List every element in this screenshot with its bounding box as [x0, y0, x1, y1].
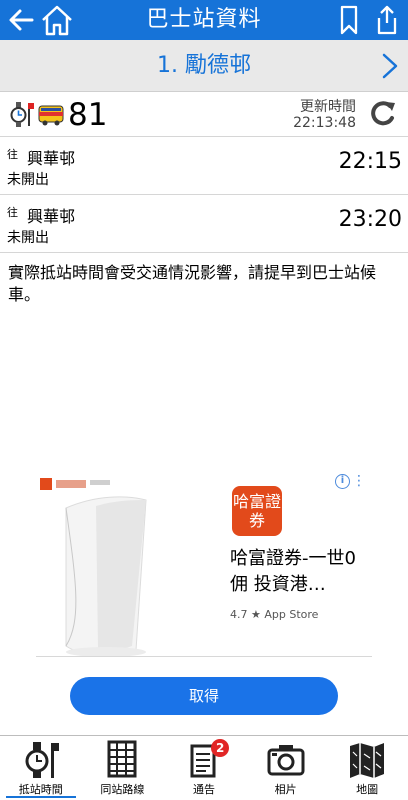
tab-bar: 抵站時間 同站路線 2 通告 相片 地圖: [0, 735, 408, 800]
ad-logo[interactable]: 哈富證券: [232, 486, 282, 536]
tab-arrival-time[interactable]: 抵站時間: [0, 736, 82, 800]
to-label: 往: [7, 148, 18, 161]
top-bar: 巴士站資料: [0, 0, 408, 40]
map-icon: [350, 743, 385, 778]
tab-label: 抵站時間: [18, 783, 63, 796]
eta-time: 23:20: [338, 207, 402, 232]
divider: [36, 656, 372, 657]
update-time-label: 更新時間: [300, 99, 356, 115]
rating-value: 4.7: [230, 608, 248, 621]
bus-icon: [38, 105, 64, 126]
more-vert-icon[interactable]: ⋮: [352, 474, 366, 488]
timetable-icon: [107, 740, 137, 778]
bus-stop-clock-icon: [10, 102, 34, 127]
chevron-right-icon[interactable]: [378, 52, 402, 80]
notice-text: 實際抵站時間會受交通情況影響，請提早到巴士站候車。: [8, 263, 377, 304]
to-label: 往: [7, 206, 18, 219]
ad-headline[interactable]: 哈富證券-一世0佣 投資港…: [230, 546, 370, 598]
eta-time: 22:15: [338, 149, 402, 174]
stop-name: 1. 勵德邨: [157, 53, 251, 78]
bus-stop-clock-icon: [25, 742, 59, 778]
tab-notice[interactable]: 2 通告: [163, 736, 245, 800]
share-icon[interactable]: [374, 0, 400, 40]
bookmark-icon[interactable]: [336, 0, 362, 40]
ad-image[interactable]: [36, 470, 216, 658]
store-name: App Store: [264, 608, 319, 621]
get-button[interactable]: 取得: [70, 677, 338, 715]
camera-icon: [267, 745, 305, 776]
tab-map[interactable]: 地圖: [326, 736, 408, 800]
refresh-icon[interactable]: [366, 97, 400, 131]
destination: 興華邨: [27, 207, 76, 226]
destination: 興華邨: [27, 149, 76, 168]
ad-info-icon[interactable]: i: [335, 474, 350, 489]
route-bar: 81 更新時間 22:13:48: [0, 92, 408, 137]
tab-label: 通告: [192, 783, 215, 796]
tab-label: 相片: [274, 783, 297, 796]
eta-status: 未開出: [7, 230, 49, 246]
route-number: 81: [68, 97, 108, 133]
eta-row: 往 興華邨 未開出 22:15: [0, 137, 408, 195]
tab-label: 同站路線: [100, 783, 145, 796]
stop-bar: 1. 勵德邨: [0, 40, 408, 92]
advertisement[interactable]: 哈富證券 i ⋮ 哈富證券-一世0佣 投資港… 4.7 ★ App Store: [36, 470, 372, 658]
star-icon: ★: [251, 608, 261, 621]
update-time-value: 22:13:48: [293, 115, 356, 131]
tab-photos[interactable]: 相片: [245, 736, 327, 800]
tab-same-stop-routes[interactable]: 同站路線: [82, 736, 164, 800]
eta-row: 往 興華邨 未開出 23:20: [0, 195, 408, 253]
tab-label: 地圖: [356, 783, 379, 796]
eta-status: 未開出: [7, 172, 49, 188]
notice-badge: 2: [211, 739, 230, 757]
ad-rating: 4.7 ★ App Store: [230, 608, 318, 621]
